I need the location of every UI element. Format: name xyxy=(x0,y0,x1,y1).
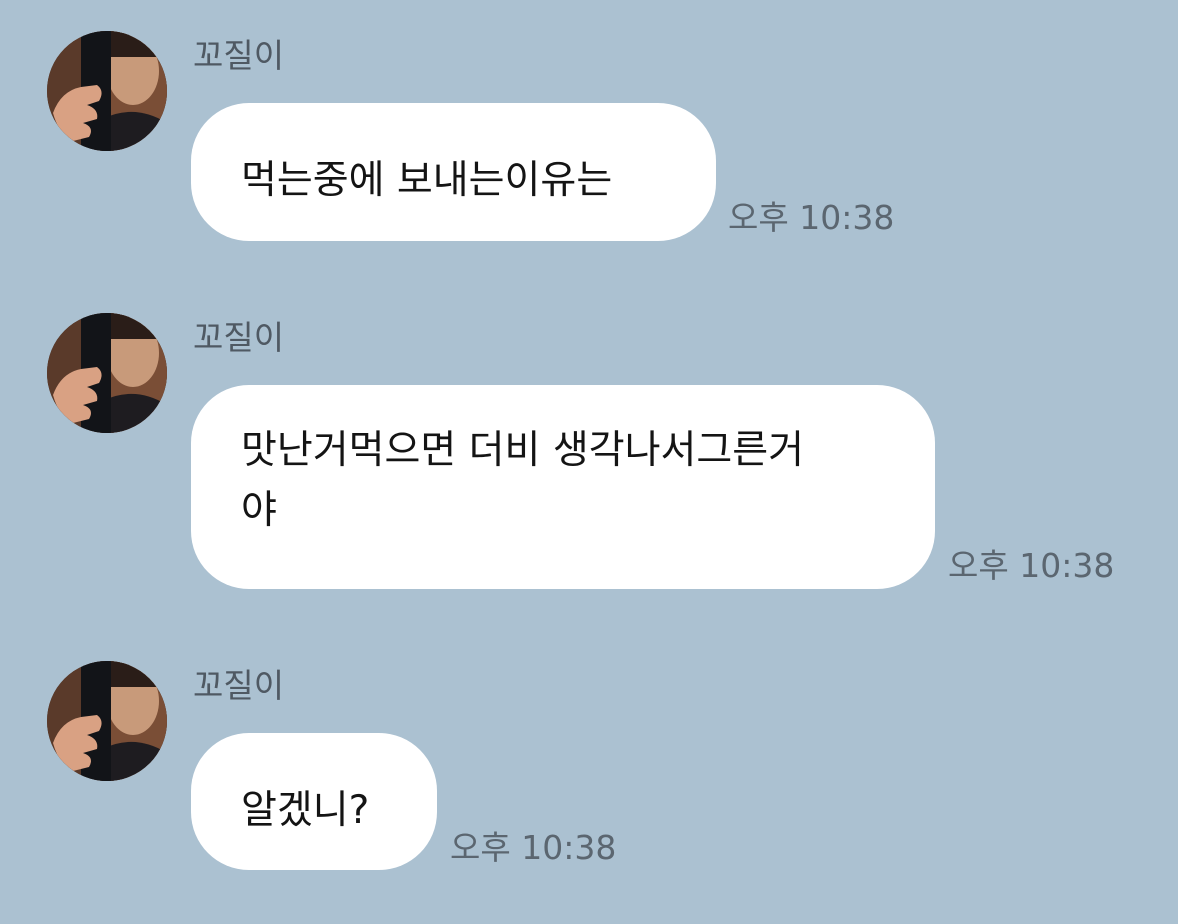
avatar[interactable] xyxy=(47,31,167,151)
message-text-line: 야 xyxy=(241,488,277,533)
profile-photo-icon xyxy=(47,661,167,781)
message-text-line: 맛난거먹으면 더비 생각나서그른거 xyxy=(241,428,804,473)
message-bubble[interactable]: 알겠니? xyxy=(191,733,437,870)
profile-photo-icon xyxy=(47,313,167,433)
avatar[interactable] xyxy=(47,313,167,433)
message-timestamp: 오후 10:38 xyxy=(728,198,895,237)
message-text: 먹는중에 보내는이유는 xyxy=(241,158,613,203)
profile-photo-icon xyxy=(47,31,167,151)
sender-name: 꼬질이 xyxy=(193,666,285,705)
sender-name: 꼬질이 xyxy=(193,318,285,357)
message-timestamp: 오후 10:38 xyxy=(948,546,1115,585)
message-bubble[interactable]: 먹는중에 보내는이유는 xyxy=(191,103,716,241)
message-bubble[interactable]: 맛난거먹으면 더비 생각나서그른거 야 xyxy=(191,385,935,589)
message-timestamp: 오후 10:38 xyxy=(450,828,617,867)
sender-name: 꼬질이 xyxy=(193,36,285,75)
avatar[interactable] xyxy=(47,661,167,781)
message-text: 알겠니? xyxy=(241,788,370,833)
